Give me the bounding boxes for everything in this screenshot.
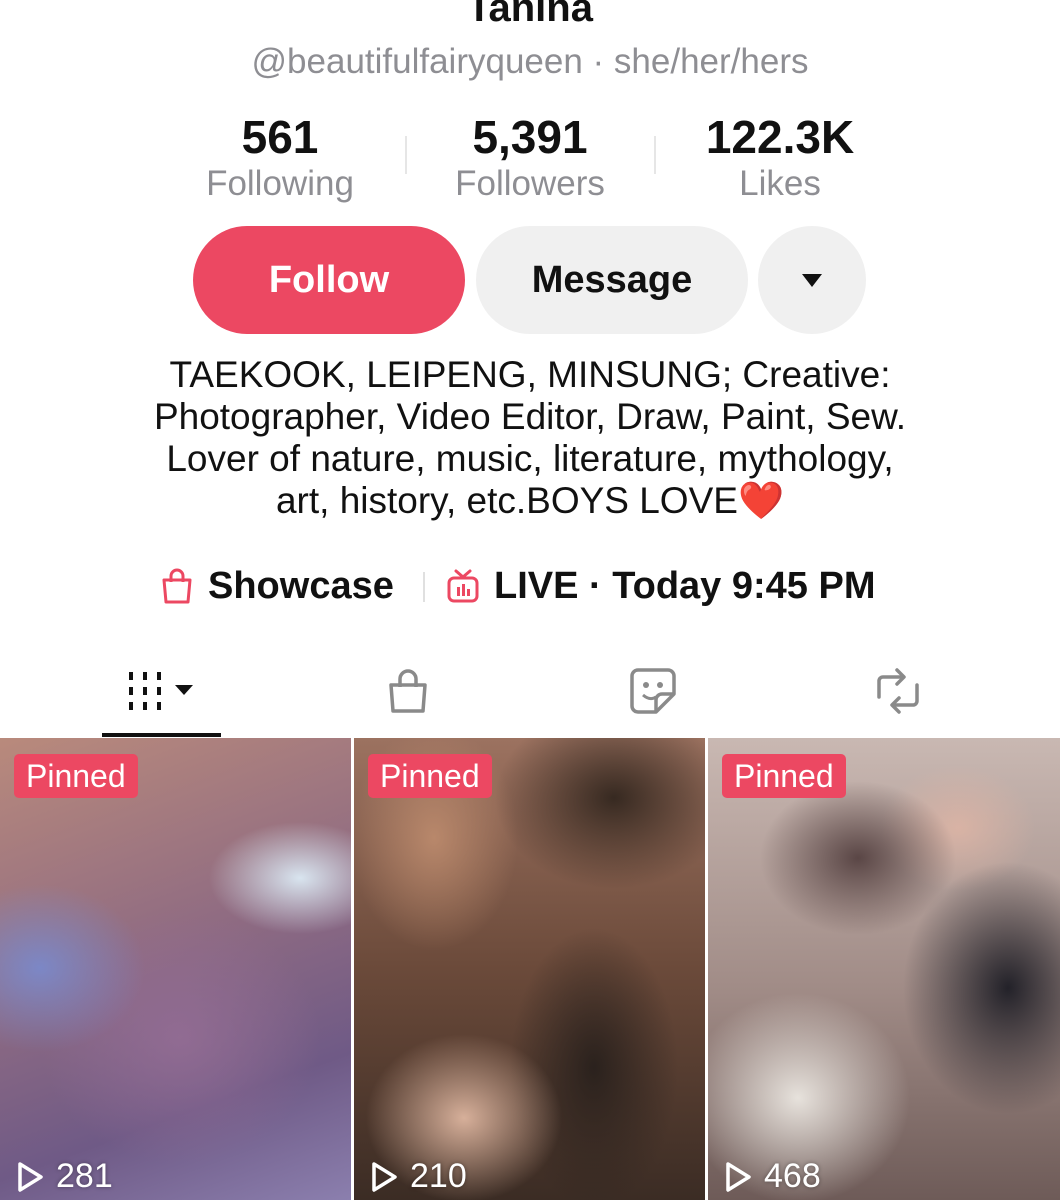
stat-divider [654, 136, 656, 174]
profile-bio: TAEKOOK, LEIPENG, MINSUNG; Creative: Pho… [60, 354, 1000, 522]
bio-line: Lover of nature, music, literature, myth… [166, 438, 894, 479]
likes-count: 122.3K [705, 111, 855, 163]
profile-handle: @beautifulfairyqueen · she/her/hers [251, 42, 809, 81]
view-count-value: 281 [56, 1157, 113, 1195]
likes-label: Likes [739, 164, 821, 203]
tab-reposts[interactable] [850, 648, 946, 734]
view-count: 210 [370, 1157, 467, 1196]
stat-likes[interactable]: 122.3K Likes [655, 110, 905, 203]
pinned-badge: Pinned [722, 754, 846, 798]
tv-icon [447, 569, 479, 603]
pinned-badge: Pinned [14, 754, 138, 798]
video-grid: Pinned 281 Pinned 210 Pinned 468 [0, 738, 1060, 1200]
showcase-label: Showcase [208, 564, 394, 607]
profile-name: Tanina [467, 0, 593, 30]
bio-line: Photographer, Video Editor, Draw, Paint,… [153, 396, 907, 437]
tab-stickers[interactable] [605, 648, 701, 734]
play-icon [372, 1161, 397, 1192]
video-thumbnail[interactable]: Pinned 210 [354, 738, 705, 1200]
profile-stats: 561 Following 5,391 Followers 122.3K Lik… [155, 110, 905, 203]
live-label: LIVE · Today 9:45 PM [494, 564, 876, 607]
view-count-value: 210 [410, 1157, 467, 1195]
chevron-down-icon [174, 685, 193, 695]
following-label: Following [206, 164, 354, 203]
shopping-bag-icon [162, 568, 192, 604]
shopping-bag-icon [389, 669, 427, 713]
showcase-link[interactable]: Showcase [160, 560, 394, 612]
video-thumbnail[interactable]: Pinned 281 [0, 738, 351, 1200]
stat-divider [405, 136, 407, 174]
more-options-button[interactable] [758, 226, 866, 334]
stat-followers[interactable]: 5,391 Followers [405, 110, 655, 203]
following-count: 561 [241, 111, 319, 163]
play-icon [726, 1161, 751, 1192]
profile-links: Showcase LIVE · Today 9:45 PM [0, 560, 1060, 612]
stat-following[interactable]: 561 Following [155, 110, 405, 203]
play-icon [18, 1161, 43, 1192]
bio-line: art, history, etc.BOYS LOVE❤️ [275, 480, 785, 521]
grid-icon [128, 672, 193, 710]
followers-label: Followers [455, 164, 605, 203]
pinned-badge: Pinned [368, 754, 492, 798]
profile-tabs [0, 648, 1060, 738]
active-tab-indicator [102, 733, 221, 737]
tab-videos[interactable] [102, 648, 221, 734]
view-count: 468 [724, 1157, 821, 1196]
tab-shop[interactable] [360, 648, 456, 734]
links-divider [423, 572, 425, 602]
sticker-icon [630, 668, 676, 714]
live-link[interactable]: LIVE · Today 9:45 PM [446, 560, 875, 612]
view-count: 281 [16, 1157, 113, 1196]
bio-line: TAEKOOK, LEIPENG, MINSUNG; Creative: [169, 354, 891, 395]
video-thumbnail[interactable]: Pinned 468 [708, 738, 1060, 1200]
caret-down-icon [802, 273, 822, 287]
followers-count: 5,391 [472, 111, 588, 163]
view-count-value: 468 [764, 1157, 821, 1195]
follow-button[interactable]: Follow [193, 226, 465, 334]
message-button[interactable]: Message [476, 226, 748, 334]
repost-icon [877, 668, 919, 714]
